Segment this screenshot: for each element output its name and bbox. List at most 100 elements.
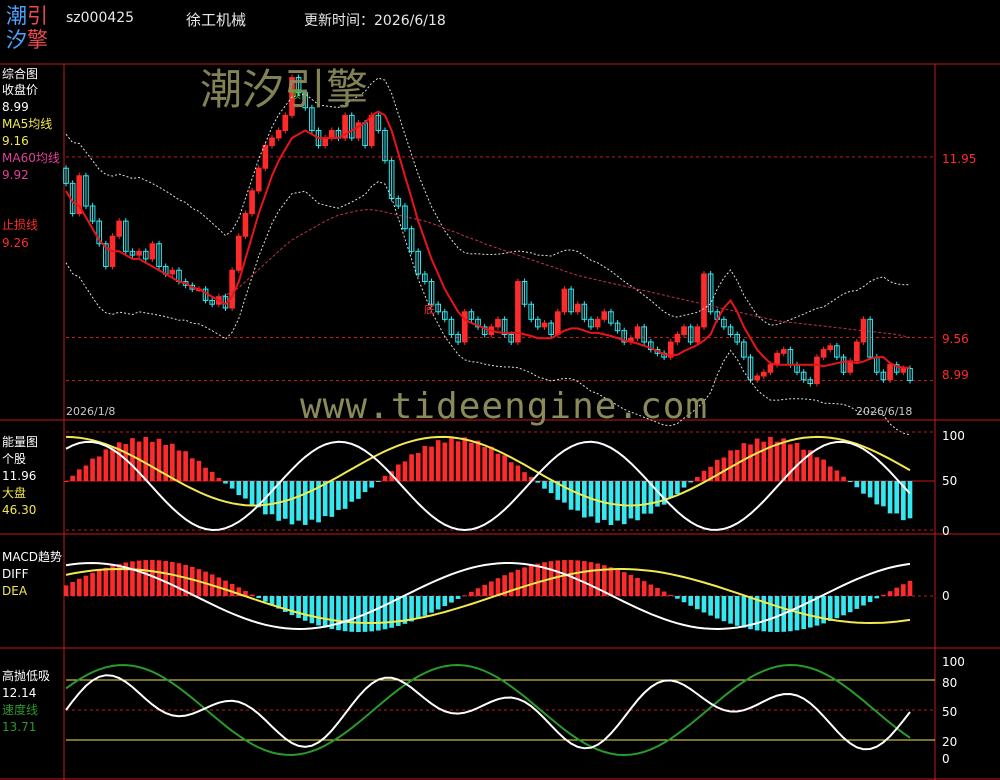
macd-bar — [695, 596, 700, 610]
candle-body — [495, 318, 501, 328]
energy-bar — [455, 441, 461, 481]
macd-bar — [582, 561, 587, 596]
macd-bar — [249, 594, 255, 596]
energy-bar — [522, 472, 527, 481]
energy-bar — [103, 449, 109, 481]
energy-bar — [794, 442, 800, 481]
macd-bar — [422, 596, 428, 616]
osc-speed-value: 13.71 — [2, 720, 37, 734]
candle-body — [368, 114, 375, 147]
bottom-marker: 底 — [424, 303, 435, 316]
energy-bar — [156, 438, 162, 481]
energy-bar — [70, 475, 75, 481]
energy-stock-value: 11.96 — [2, 469, 37, 483]
price-tick: 8.99 — [942, 368, 969, 382]
macd-bar — [376, 596, 381, 631]
candle-body — [282, 114, 289, 131]
macd-bar — [528, 565, 534, 596]
macd-bar — [455, 596, 461, 599]
macd-bar — [535, 563, 541, 596]
energy-bar — [223, 481, 228, 484]
macd-bar — [861, 596, 866, 606]
macd-bar — [834, 596, 840, 619]
candle-body — [760, 371, 767, 377]
energy-bar — [110, 449, 115, 481]
candle-body — [701, 273, 707, 328]
candle-body — [322, 137, 329, 147]
macd-bar — [176, 563, 182, 596]
candle-body — [754, 375, 760, 381]
macd-bar — [415, 596, 421, 619]
macd-bar — [827, 596, 833, 621]
energy-bar — [681, 481, 687, 488]
macd-bar — [894, 587, 900, 596]
osc-tick: 100 — [942, 655, 965, 669]
macd-bar — [841, 596, 846, 616]
energy-market-label: 大盘 — [2, 486, 27, 500]
candle-body — [561, 288, 568, 313]
energy-bar — [289, 481, 295, 525]
macd-bar — [714, 596, 720, 619]
energy-bar — [309, 481, 315, 520]
date-start: 2026/1/8 — [66, 405, 116, 418]
energy-bar — [867, 481, 873, 498]
energy-bar — [502, 455, 507, 481]
energy-bar — [641, 481, 647, 514]
candle-body — [574, 303, 581, 313]
price-tick: 11.95 — [942, 152, 977, 166]
candle-body — [594, 318, 601, 328]
macd-bar — [170, 561, 175, 596]
ma60-label: MA60均线 — [2, 151, 60, 165]
macd-bar — [442, 596, 448, 607]
energy-bar — [668, 481, 674, 498]
stop-label: 止损线 — [2, 218, 39, 232]
energy-bar — [907, 481, 913, 519]
energy-bar — [621, 481, 627, 525]
energy-bar — [336, 481, 341, 510]
ma60-line — [212, 209, 911, 338]
osc-speed-label: 速度线 — [2, 703, 39, 717]
macd-bar — [336, 596, 341, 631]
energy-bar — [568, 481, 574, 510]
ma60-value: 9.92 — [2, 168, 29, 182]
energy-bar — [342, 481, 348, 509]
macd-bar — [867, 596, 873, 602]
candle-body — [136, 250, 142, 256]
candle-body — [229, 269, 235, 309]
macd-bar — [302, 596, 308, 621]
energy-bar — [415, 452, 421, 481]
energy-bar — [701, 470, 707, 481]
macd-bar — [475, 588, 481, 596]
candle-body — [814, 356, 820, 385]
macd-bar — [409, 596, 414, 622]
energy-bar — [176, 450, 182, 481]
macd-bar — [429, 596, 434, 613]
candle-body — [329, 129, 335, 139]
energy-bar — [801, 449, 806, 481]
energy-bar — [243, 481, 248, 499]
energy-bar — [582, 481, 587, 518]
macd-bar — [847, 596, 853, 613]
candle-body — [554, 311, 561, 335]
macd-bar — [734, 596, 740, 626]
energy-bar — [482, 447, 488, 481]
energy-bar — [469, 442, 474, 481]
candle-body — [767, 364, 774, 373]
macd-bar — [907, 580, 913, 596]
energy-bar — [861, 481, 866, 494]
energy-bar — [123, 444, 129, 481]
macd-bar — [814, 596, 820, 626]
energy-bar — [515, 465, 521, 481]
energy-bar — [781, 438, 787, 481]
energy-bar — [170, 443, 175, 481]
energy-bar — [562, 481, 567, 503]
osc-title: 高抛低吸 — [2, 669, 51, 683]
macd-bar — [163, 560, 169, 596]
energy-bar — [63, 481, 69, 482]
macd-bar — [229, 583, 235, 596]
energy-bar — [847, 481, 853, 483]
candle-body — [634, 326, 641, 339]
ma5-value: 9.16 — [2, 134, 29, 148]
macd-bar — [96, 570, 102, 596]
energy-bar — [854, 481, 860, 488]
